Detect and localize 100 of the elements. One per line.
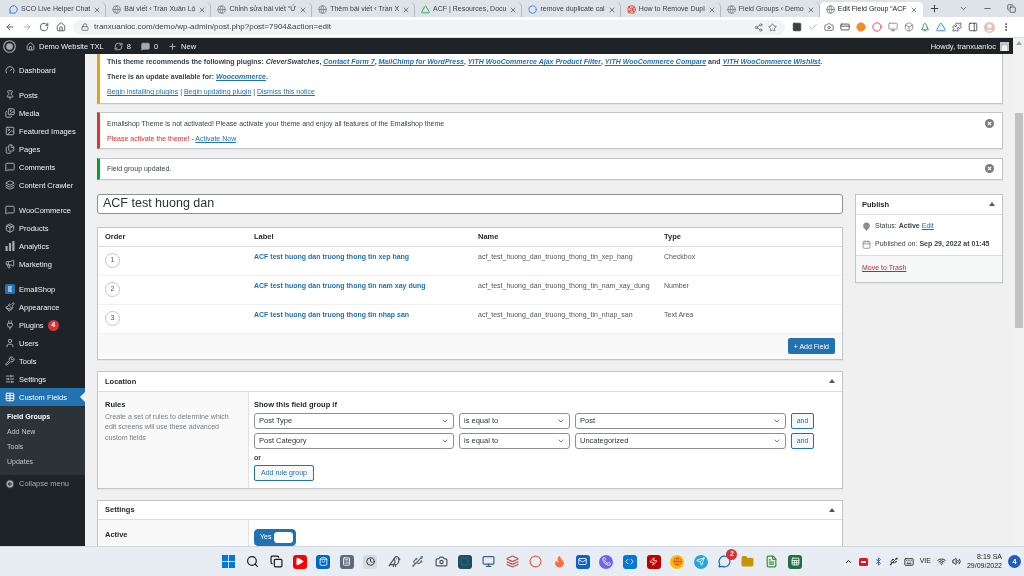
plus-icon[interactable] <box>928 3 940 14</box>
wrench-icon <box>5 356 15 366</box>
tile-icon[interactable] <box>858 557 868 566</box>
title-field[interactable]: ACF test huong dan <box>97 193 843 214</box>
bluetooth-icon[interactable] <box>873 557 883 566</box>
globe-icon <box>112 5 122 14</box>
pages-icon <box>5 144 15 154</box>
globe-icon[interactable] <box>670 554 685 569</box>
close-icon[interactable] <box>909 5 918 14</box>
image-icon <box>5 126 15 136</box>
squares-icon[interactable] <box>269 554 284 569</box>
square-icon[interactable] <box>792 22 802 32</box>
reload-icon[interactable] <box>39 22 49 32</box>
close-icon[interactable] <box>509 5 518 14</box>
calculator-icon[interactable] <box>339 554 354 569</box>
pin-icon <box>862 222 871 231</box>
globe-icon <box>825 5 835 14</box>
camera-icon[interactable] <box>824 22 834 32</box>
circle-icon[interactable] <box>856 22 866 32</box>
globe-icon <box>217 5 227 14</box>
wifi-icon[interactable] <box>936 557 946 566</box>
flame-icon[interactable] <box>552 554 567 569</box>
refresh-icon <box>113 41 123 51</box>
tree-icon[interactable] <box>920 22 930 32</box>
comment-icon <box>140 41 150 51</box>
close-icon[interactable] <box>806 5 815 14</box>
table-icon <box>5 392 15 402</box>
bolt-icon[interactable] <box>646 554 661 569</box>
usb-icon[interactable] <box>888 557 898 566</box>
ring-icon[interactable] <box>872 22 882 32</box>
sidebar-icon[interactable] <box>968 22 978 32</box>
check-icon[interactable] <box>808 22 818 32</box>
images-icon <box>5 108 15 118</box>
close-icon[interactable] <box>707 5 716 14</box>
keyboard-icon[interactable] <box>903 556 914 567</box>
home-icon <box>26 41 35 51</box>
folder-icon[interactable] <box>740 554 755 569</box>
logo-icon[interactable] <box>3 39 16 53</box>
box-icon <box>5 223 15 233</box>
star-icon[interactable] <box>768 22 777 32</box>
camera-icon[interactable] <box>434 554 449 569</box>
megaphone-icon <box>5 259 15 269</box>
caret-icon[interactable] <box>989 202 995 206</box>
collapse-icon <box>5 478 15 489</box>
restore-icon[interactable] <box>1007 4 1016 13</box>
pin-icon <box>5 90 15 100</box>
play-icon[interactable] <box>292 554 307 569</box>
close-icon[interactable] <box>985 118 994 128</box>
close-icon[interactable] <box>198 5 207 14</box>
back-icon[interactable] <box>5 22 15 32</box>
lock-icon <box>81 23 89 31</box>
avatar-icon <box>1000 41 1009 51</box>
lifebuoy-icon <box>626 5 636 14</box>
speech-bubble-icon <box>5 162 15 172</box>
layers-icon[interactable] <box>505 554 519 569</box>
bag-icon[interactable] <box>316 554 331 569</box>
globe-icon <box>318 5 328 14</box>
address-field[interactable]: tranxuanloc.com/demo/wp-admin/post.php?post=7904&action=edit <box>73 19 785 35</box>
mail-icon[interactable] <box>575 554 590 569</box>
share-icon[interactable] <box>754 22 763 32</box>
scrollbar[interactable] <box>1013 38 1024 546</box>
sheet-icon[interactable] <box>788 554 803 569</box>
volume-icon[interactable] <box>951 557 961 566</box>
close-icon[interactable] <box>93 5 102 14</box>
send-icon[interactable] <box>693 554 708 569</box>
bar-chart-icon <box>5 241 15 251</box>
caret-icon[interactable] <box>829 507 835 512</box>
code-icon[interactable] <box>622 554 637 569</box>
chevron-up-icon[interactable] <box>843 557 853 566</box>
paintbrush-icon <box>5 302 15 312</box>
monitor-icon[interactable] <box>481 554 496 569</box>
layers-icon <box>5 180 15 190</box>
settings-icon <box>5 374 15 384</box>
close-icon[interactable] <box>299 5 308 14</box>
chat-icon <box>9 5 18 14</box>
globe-icon <box>726 5 736 14</box>
bird-icon[interactable] <box>387 554 402 569</box>
square-icon[interactable] <box>457 554 472 569</box>
speech-bubble-icon <box>5 205 15 215</box>
puzzle-icon[interactable] <box>952 22 962 32</box>
start-icon[interactable] <box>221 554 236 569</box>
phone-icon[interactable] <box>599 554 614 569</box>
search-icon[interactable] <box>245 554 260 569</box>
monitor-icon[interactable] <box>888 22 898 32</box>
triangle-icon[interactable] <box>936 22 946 32</box>
plug-icon <box>5 320 15 330</box>
ring-icon[interactable] <box>528 554 543 569</box>
home-icon[interactable] <box>56 22 66 32</box>
tile-icon <box>5 284 15 294</box>
close-icon[interactable] <box>402 5 411 14</box>
clock-icon[interactable] <box>363 554 378 569</box>
ring-icon <box>528 5 538 14</box>
card-icon[interactable] <box>840 22 850 32</box>
caret-icon[interactable] <box>829 379 835 383</box>
box-icon[interactable] <box>904 22 914 32</box>
close-icon[interactable] <box>985 164 994 173</box>
document-icon[interactable] <box>764 554 779 569</box>
chevron-down-icon[interactable] <box>959 4 968 13</box>
close-icon[interactable] <box>607 5 616 14</box>
chat-icon[interactable] <box>717 554 732 569</box>
